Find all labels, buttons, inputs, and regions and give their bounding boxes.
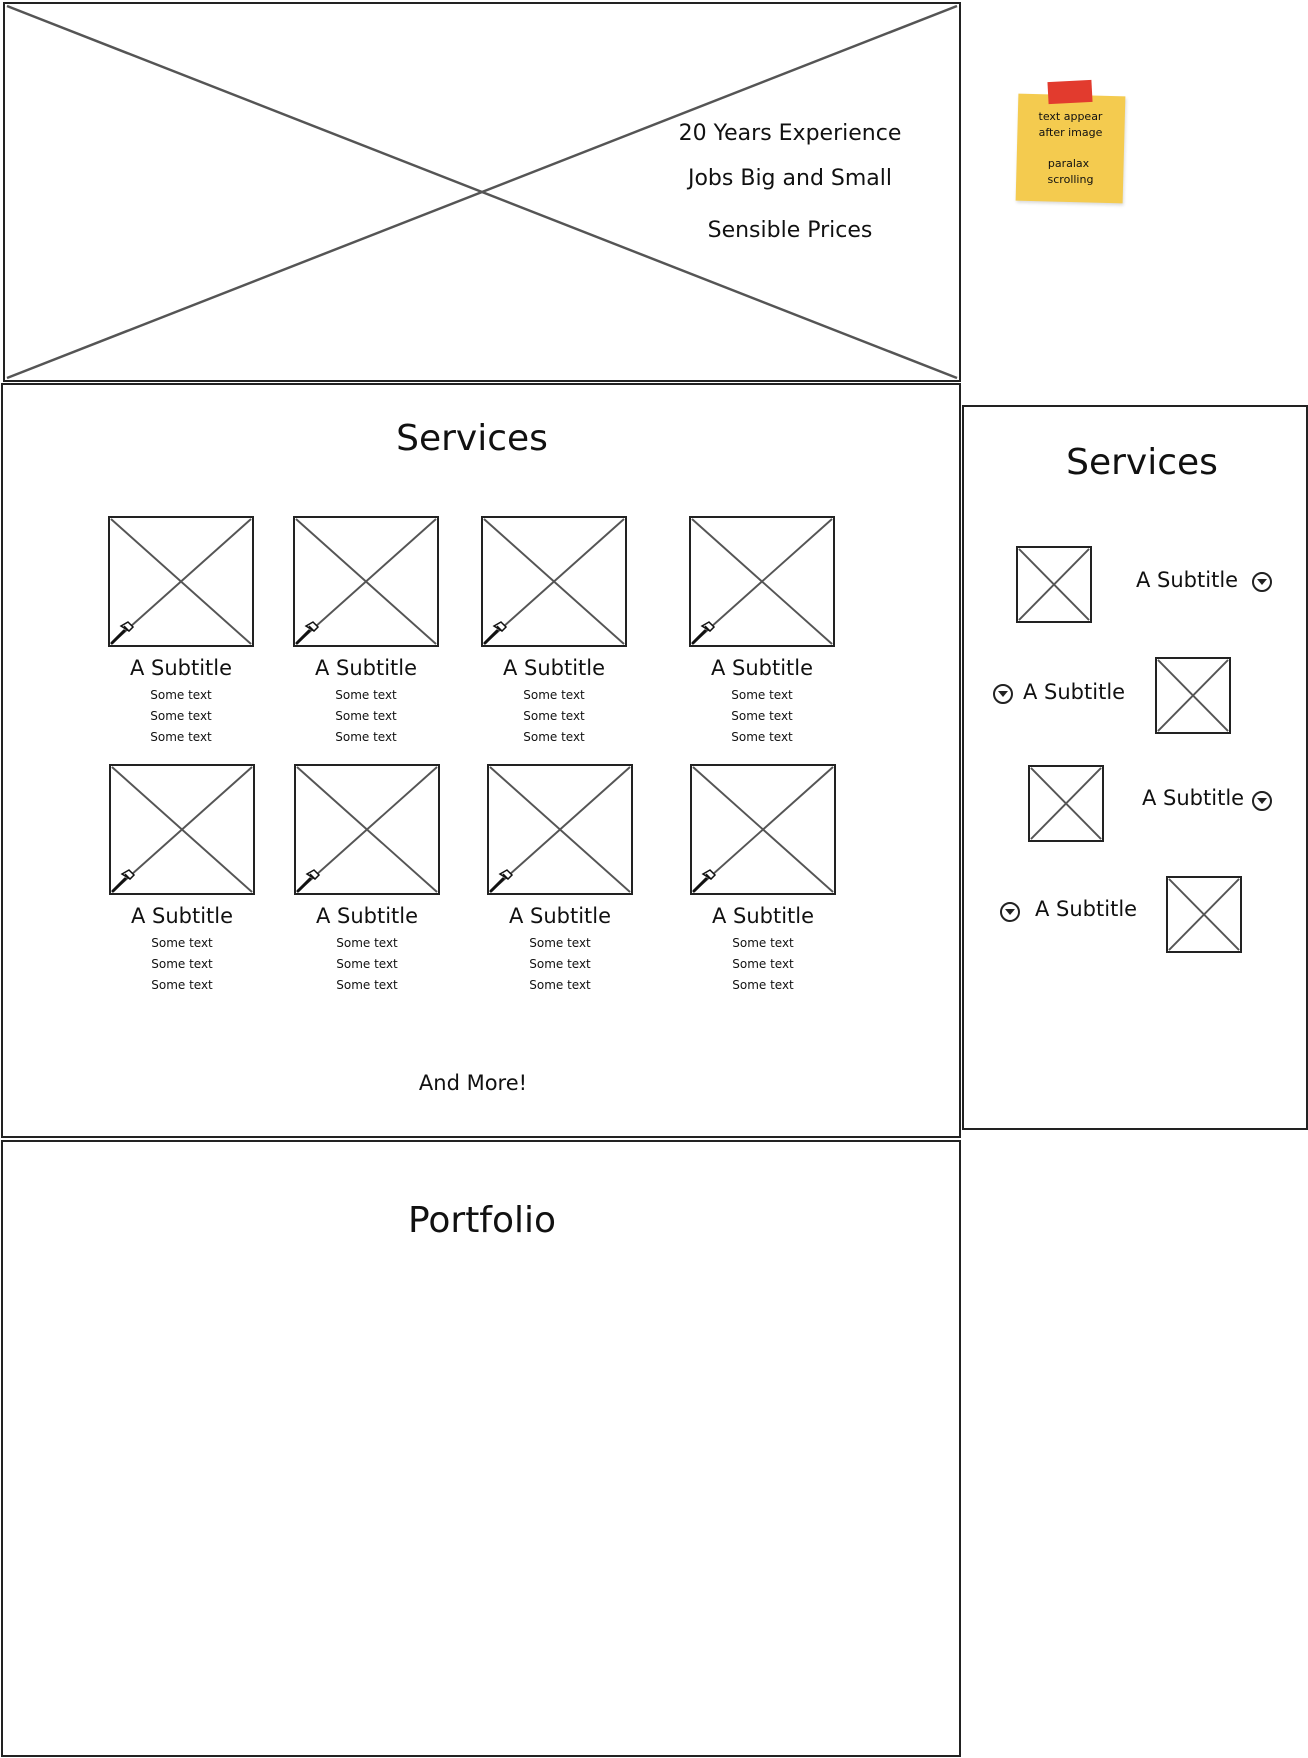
- mobile-service-subtitle[interactable]: A Subtitle: [1142, 786, 1244, 810]
- service-card-subtitle: A Subtitle: [314, 656, 418, 680]
- service-card-text: Some text: [732, 957, 794, 971]
- mobile-services-title: Services: [1066, 442, 1218, 483]
- service-card-text: Some text: [335, 709, 397, 723]
- chevron-down-circle-icon[interactable]: [993, 684, 1013, 704]
- chevron-down-circle-icon[interactable]: [1252, 572, 1272, 592]
- sticky-note-line: paralax: [1047, 157, 1090, 170]
- service-card-text: Some text: [150, 688, 212, 702]
- service-card-text: Some text: [150, 709, 212, 723]
- service-card-text: Some text: [151, 936, 213, 950]
- service-card-subtitle: A Subtitle: [711, 904, 815, 928]
- hammer-icon: [691, 868, 717, 894]
- service-card-text: Some text: [523, 730, 585, 744]
- mobile-service-subtitle[interactable]: A Subtitle: [1136, 568, 1238, 592]
- hero-line-experience: 20 Years Experience: [678, 121, 902, 146]
- service-card-text: Some text: [731, 730, 793, 744]
- service-card-text: Some text: [335, 688, 397, 702]
- sticky-note-line: after image: [1038, 126, 1103, 139]
- service-card-text: Some text: [529, 936, 591, 950]
- service-card-text: Some text: [335, 730, 397, 744]
- service-card-text: Some text: [523, 688, 585, 702]
- hero-line-jobs: Jobs Big and Small: [687, 166, 892, 191]
- mobile-services-frame: [962, 405, 1308, 1130]
- service-card-text: Some text: [150, 730, 212, 744]
- hammer-icon: [109, 620, 135, 646]
- service-card-text: Some text: [336, 936, 398, 950]
- image-placeholder-icon: [1168, 878, 1240, 951]
- hero-line-prices: Sensible Prices: [707, 218, 873, 243]
- service-card-text: Some text: [529, 978, 591, 992]
- image-placeholder-icon: [1030, 767, 1102, 840]
- hammer-icon: [690, 620, 716, 646]
- services-title: Services: [396, 418, 548, 459]
- service-card-subtitle: A Subtitle: [129, 656, 233, 680]
- service-card-subtitle: A Subtitle: [130, 904, 234, 928]
- hammer-icon: [110, 868, 136, 894]
- image-placeholder-icon: [1018, 548, 1090, 621]
- hammer-icon: [482, 620, 508, 646]
- sticky-note-line: scrolling: [1047, 173, 1094, 186]
- service-card-subtitle: A Subtitle: [502, 656, 606, 680]
- sticky-note-line: text appear: [1038, 110, 1103, 123]
- service-card-subtitle: A Subtitle: [315, 904, 419, 928]
- service-card-subtitle: A Subtitle: [508, 904, 612, 928]
- service-card-subtitle: A Subtitle: [710, 656, 814, 680]
- service-card-text: Some text: [151, 978, 213, 992]
- hammer-icon: [488, 868, 514, 894]
- image-placeholder-icon: [6, 4, 958, 380]
- mobile-service-image: [1166, 876, 1242, 953]
- hammer-icon: [295, 868, 321, 894]
- portfolio-title: Portfolio: [407, 1200, 557, 1241]
- sticky-tape: [1047, 79, 1093, 105]
- service-card-text: Some text: [529, 957, 591, 971]
- chevron-down-circle-icon[interactable]: [1252, 791, 1272, 811]
- service-card-text: Some text: [731, 709, 793, 723]
- service-card-text: Some text: [523, 709, 585, 723]
- service-card-text: Some text: [731, 688, 793, 702]
- service-card-text: Some text: [151, 957, 213, 971]
- mobile-service-image: [1016, 546, 1092, 623]
- chevron-down-circle-icon[interactable]: [1000, 902, 1020, 922]
- image-placeholder-icon: [1157, 659, 1229, 732]
- service-card-text: Some text: [732, 936, 794, 950]
- mobile-service-subtitle[interactable]: A Subtitle: [1035, 897, 1137, 921]
- service-card-text: Some text: [336, 978, 398, 992]
- services-section: [1, 383, 961, 1138]
- hero-image-placeholder: [3, 2, 961, 382]
- mobile-service-image: [1028, 765, 1104, 842]
- service-card-text: Some text: [336, 957, 398, 971]
- mobile-service-image: [1155, 657, 1231, 734]
- service-card-text: Some text: [732, 978, 794, 992]
- hammer-icon: [294, 620, 320, 646]
- mobile-service-subtitle[interactable]: A Subtitle: [1023, 680, 1125, 704]
- and-more-label: And More!: [418, 1071, 528, 1095]
